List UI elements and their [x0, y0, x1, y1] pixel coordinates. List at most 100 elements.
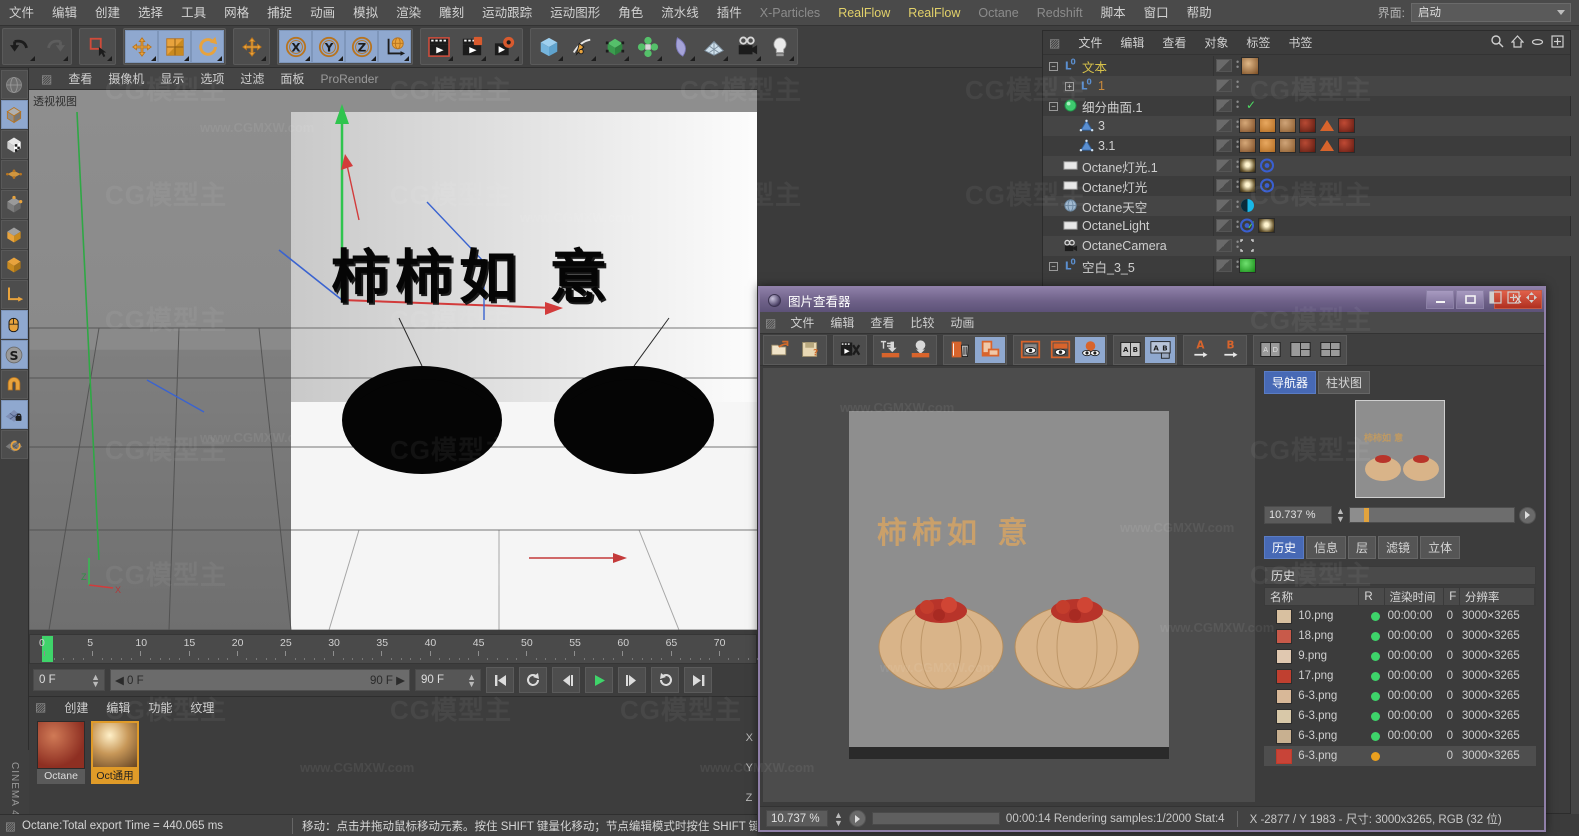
menu-item-21[interactable]: 脚本: [1092, 0, 1135, 26]
picture-viewer-titlebar[interactable]: 图片查看器 X: [760, 288, 1544, 312]
flyout-corner-icon[interactable]: [184, 56, 189, 61]
send-to-a-button[interactable]: [875, 337, 905, 363]
material-item[interactable]: Octane: [37, 721, 85, 784]
step-back-button[interactable]: [552, 667, 580, 693]
rendered-image[interactable]: 柿柿如 意: [849, 411, 1169, 759]
axis-y-button[interactable]: Y: [312, 30, 345, 63]
expand-icon[interactable]: [1551, 35, 1564, 48]
flyout-corner-icon[interactable]: [404, 56, 409, 61]
bend-deformer-button[interactable]: [664, 30, 697, 63]
tab-picture_viewer.nav_tabs-1[interactable]: 柱状图: [1318, 371, 1371, 394]
enable-axis-button[interactable]: [0, 280, 28, 309]
flyout-corner-icon[interactable]: [624, 56, 629, 61]
pv-menu-1[interactable]: 编辑: [822, 314, 862, 331]
layer-swatch[interactable]: [1216, 179, 1232, 192]
picture-viewer-window[interactable]: 图片查看器 X ▨ 文件 编辑 查看 比较 动画 ? A B A B A B A D 柿柿如 意: [758, 286, 1546, 832]
object-tags[interactable]: [1239, 118, 1355, 133]
view-ab-button[interactable]: [1075, 336, 1105, 363]
layer-swatch[interactable]: [1216, 79, 1232, 92]
light-tag-icon[interactable]: [1259, 158, 1275, 173]
texture-mode-button[interactable]: [0, 130, 28, 159]
object-axis-button[interactable]: [0, 250, 28, 279]
flyout-corner-icon[interactable]: [723, 56, 728, 61]
layout-stack-button[interactable]: [1285, 337, 1315, 363]
axis-z-button[interactable]: Z: [345, 30, 378, 63]
go-to-end-button[interactable]: [684, 667, 712, 693]
object-menu-5[interactable]: 书签: [1279, 34, 1321, 51]
navigator-thumbnail[interactable]: 柿柿如 意: [1355, 400, 1445, 498]
layout-grid-button[interactable]: [1315, 337, 1345, 363]
object-row[interactable]: + L 0 1 • •: [1043, 76, 1572, 96]
move-tool-button[interactable]: [235, 30, 268, 63]
flyout-corner-icon[interactable]: [63, 56, 68, 61]
menu-item-2[interactable]: 创建: [86, 0, 129, 26]
pv-menu-2[interactable]: 查看: [862, 314, 902, 331]
save-image-button[interactable]: ?: [795, 337, 825, 363]
render-queue-button[interactable]: [835, 337, 865, 363]
flyout-corner-icon[interactable]: [514, 56, 519, 61]
status-grip-icon[interactable]: ▨: [5, 819, 16, 833]
navigator-zoom-slider[interactable]: [1348, 507, 1515, 523]
step-forward-button[interactable]: [618, 667, 646, 693]
menu-item-3[interactable]: 选择: [129, 0, 172, 26]
menu-item-20[interactable]: Redshift: [1028, 0, 1092, 26]
menu-item-0[interactable]: 文件: [0, 0, 43, 26]
object-row[interactable]: − L 0 空白_3_5 • •: [1043, 256, 1572, 276]
compare-ab-button[interactable]: AB: [1115, 337, 1145, 363]
preview-range-bar[interactable]: ◀ 0 F 90 F ▶: [110, 669, 410, 691]
object-menu-3[interactable]: 对象: [1195, 34, 1237, 51]
flyout-corner-icon[interactable]: [371, 56, 376, 61]
ellipse-icon[interactable]: [1531, 35, 1544, 48]
slider-knob[interactable]: [1363, 508, 1369, 522]
tab-picture_viewer.info_tabs-0[interactable]: 历史: [1264, 536, 1305, 559]
view-b-button[interactable]: [1045, 337, 1075, 363]
delete-button[interactable]: [945, 337, 975, 363]
flyout-corner-icon[interactable]: [338, 56, 343, 61]
tab-picture_viewer.info_tabs-4[interactable]: 立体: [1420, 536, 1461, 559]
visibility-dots[interactable]: • •: [1236, 58, 1239, 72]
open-image-button[interactable]: [765, 337, 795, 363]
menu-item-18[interactable]: RealFlow: [899, 0, 969, 26]
menu-item-15[interactable]: 插件: [708, 0, 751, 26]
layer-swatch[interactable]: [1216, 219, 1232, 232]
world-coordinate-button[interactable]: [378, 30, 411, 63]
status-play-button[interactable]: [848, 810, 866, 827]
interface-selector[interactable]: 界面: 启动: [1378, 2, 1571, 22]
timeline-ruler[interactable]: 0 5 10 15 20 25 30 35 40 45 50 55 60 65 70: [29, 634, 759, 664]
menu-item-17[interactable]: RealFlow: [829, 0, 899, 26]
viewport-menu-2[interactable]: 显示: [152, 70, 192, 87]
object-menu-2[interactable]: 查看: [1153, 34, 1195, 51]
menu-item-14[interactable]: 流水线: [652, 0, 708, 26]
workplane-lock-button[interactable]: [0, 400, 28, 429]
deformer-tag-icon[interactable]: [1319, 138, 1335, 153]
view-a-button[interactable]: [1015, 337, 1045, 363]
history-row[interactable]: 6-3.png 00:00:00 0 3000×3265: [1264, 686, 1536, 706]
viewport-menu-1[interactable]: 摄像机: [100, 70, 152, 87]
redo-button[interactable]: [37, 30, 70, 63]
material-swatch[interactable]: [91, 721, 139, 769]
menu-item-23[interactable]: 帮助: [1178, 0, 1221, 26]
send-to-b-button[interactable]: [905, 337, 935, 363]
object-tags[interactable]: [1239, 218, 1275, 233]
home-icon[interactable]: [1511, 35, 1524, 48]
history-list[interactable]: 10.png 00:00:00 0 3000×3265 18.png 00:00:00 0 3…: [1258, 606, 1542, 766]
axis-x-button[interactable]: X: [279, 30, 312, 63]
layout-single-icon[interactable]: [1489, 291, 1502, 304]
object-row[interactable]: − 细分曲面.1 • • ✓: [1043, 96, 1572, 116]
menu-item-13[interactable]: 角色: [609, 0, 652, 26]
render-view-button[interactable]: [422, 30, 455, 63]
visibility-dots[interactable]: • •: [1236, 78, 1239, 92]
object-manager-grip-icon[interactable]: ▨: [1047, 36, 1069, 50]
flyout-corner-icon[interactable]: [789, 56, 794, 61]
flyout-corner-icon[interactable]: [756, 56, 761, 61]
flyout-corner-icon[interactable]: [448, 56, 453, 61]
object-menu-0[interactable]: 文件: [1069, 34, 1111, 51]
menu-item-4[interactable]: 工具: [172, 0, 215, 26]
flyout-corner-icon[interactable]: [151, 56, 156, 61]
expand-toggle[interactable]: −: [1049, 61, 1058, 71]
viewport-menu-0[interactable]: 查看: [60, 70, 100, 87]
object-row[interactable]: OctaneCamera • •: [1043, 236, 1572, 256]
flyout-corner-icon[interactable]: [217, 56, 222, 61]
layer-swatch[interactable]: [1216, 239, 1232, 252]
material-swatch[interactable]: [37, 721, 85, 769]
